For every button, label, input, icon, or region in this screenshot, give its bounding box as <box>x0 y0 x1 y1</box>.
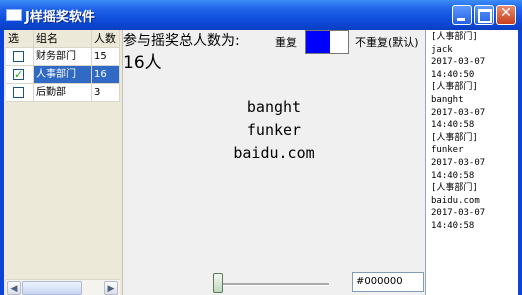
log-line: 2017-03-07 <box>431 107 486 118</box>
winner-display: banght funker baidu.com <box>183 96 365 165</box>
table-row[interactable]: 财务部门 15 <box>6 48 120 66</box>
header-count[interactable]: 人数 <box>92 30 120 48</box>
maximize-icon <box>478 9 492 23</box>
log-line: 14:40:50 <box>431 69 475 80</box>
group-count-cell: 3 <box>92 84 120 102</box>
draw-panel: 参与摇奖总人数为: 16人 重复 不重复(默认) banght funker b… <box>123 30 425 295</box>
close-icon: ✕ <box>500 5 512 21</box>
log-line: [人事部门] <box>431 82 478 93</box>
slider-thumb[interactable] <box>213 273 223 293</box>
log-line: jack <box>431 44 453 55</box>
group-name-cell: 人事部门 <box>34 66 92 84</box>
log-line: 2017-03-07 <box>431 157 486 168</box>
winner-name: baidu.com <box>233 144 315 162</box>
scroll-left-icon[interactable]: ◀ <box>7 281 21 295</box>
log-line: [人事部门] <box>431 183 478 194</box>
log-line: banght <box>431 94 464 105</box>
norepeat-option-label[interactable]: 不重复(默认) <box>355 34 419 50</box>
total-participants-label: 参与摇奖总人数为: <box>123 33 240 49</box>
header-select[interactable]: 选 <box>6 30 34 48</box>
header-group-name[interactable]: 组名 <box>34 30 92 48</box>
window-title: J样摇奖软件 <box>25 10 95 25</box>
scroll-right-icon[interactable]: ▶ <box>104 281 118 295</box>
close-button[interactable]: ✕ <box>496 5 516 25</box>
grid-header: 选 组名 人数 <box>6 30 120 48</box>
group-count-cell: 16 <box>92 66 120 84</box>
log-line: 14:40:58 <box>431 170 475 181</box>
scroll-thumb[interactable] <box>22 281 82 295</box>
table-row[interactable]: ✓ 人事部门 16 <box>6 66 120 84</box>
group-list-panel: 选 组名 人数 财务部门 15 ✓ 人事部门 16 后勤部 3 ◀ ▶ <box>4 30 123 295</box>
color-input[interactable]: #000000 <box>352 272 424 292</box>
toggle-color-swatch <box>306 31 330 53</box>
check-icon: ✓ <box>14 68 24 81</box>
log-line: 14:40:58 <box>431 220 475 231</box>
app-icon <box>6 9 22 21</box>
log-line: 2017-03-07 <box>431 57 486 68</box>
repeat-option-label[interactable]: 重复 <box>275 34 297 50</box>
row-checkbox[interactable] <box>13 51 24 62</box>
app-window: J样摇奖软件 ✕ 选 组名 人数 财务部门 15 ✓ 人事部门 16 后勤部 3… <box>0 0 522 295</box>
log-line: [人事部门] <box>431 132 478 143</box>
log-line: baidu.com <box>431 195 480 206</box>
group-name-cell: 后勤部 <box>34 84 92 102</box>
repeat-toggle[interactable] <box>305 30 349 54</box>
winner-name: funker <box>246 121 302 139</box>
maximize-button[interactable] <box>474 5 494 25</box>
minimize-icon <box>457 18 465 21</box>
winner-name: banght <box>246 98 302 116</box>
title-bar[interactable]: J样摇奖软件 ✕ <box>0 0 522 30</box>
slider-track[interactable] <box>213 283 329 286</box>
group-name-cell: 财务部门 <box>34 48 92 66</box>
group-count-cell: 15 <box>92 48 120 66</box>
client-area: 选 组名 人数 财务部门 15 ✓ 人事部门 16 后勤部 3 ◀ ▶ 参与摇奖… <box>4 30 518 295</box>
log-line: [人事部门] <box>431 32 478 42</box>
draw-log[interactable]: [人事部门] jack 2017-03-07 14:40:50 [人事部门] b… <box>425 30 518 295</box>
log-line: 2017-03-07 <box>431 208 486 219</box>
row-checkbox[interactable]: ✓ <box>13 68 24 81</box>
minimize-button[interactable] <box>452 5 472 25</box>
horizontal-scrollbar[interactable]: ◀ ▶ <box>6 279 120 295</box>
row-checkbox[interactable] <box>13 87 24 98</box>
log-line: funker <box>431 145 464 156</box>
table-row[interactable]: 后勤部 3 <box>6 84 120 102</box>
total-participants-value: 16人 <box>123 53 162 73</box>
log-line: 14:40:58 <box>431 120 475 131</box>
